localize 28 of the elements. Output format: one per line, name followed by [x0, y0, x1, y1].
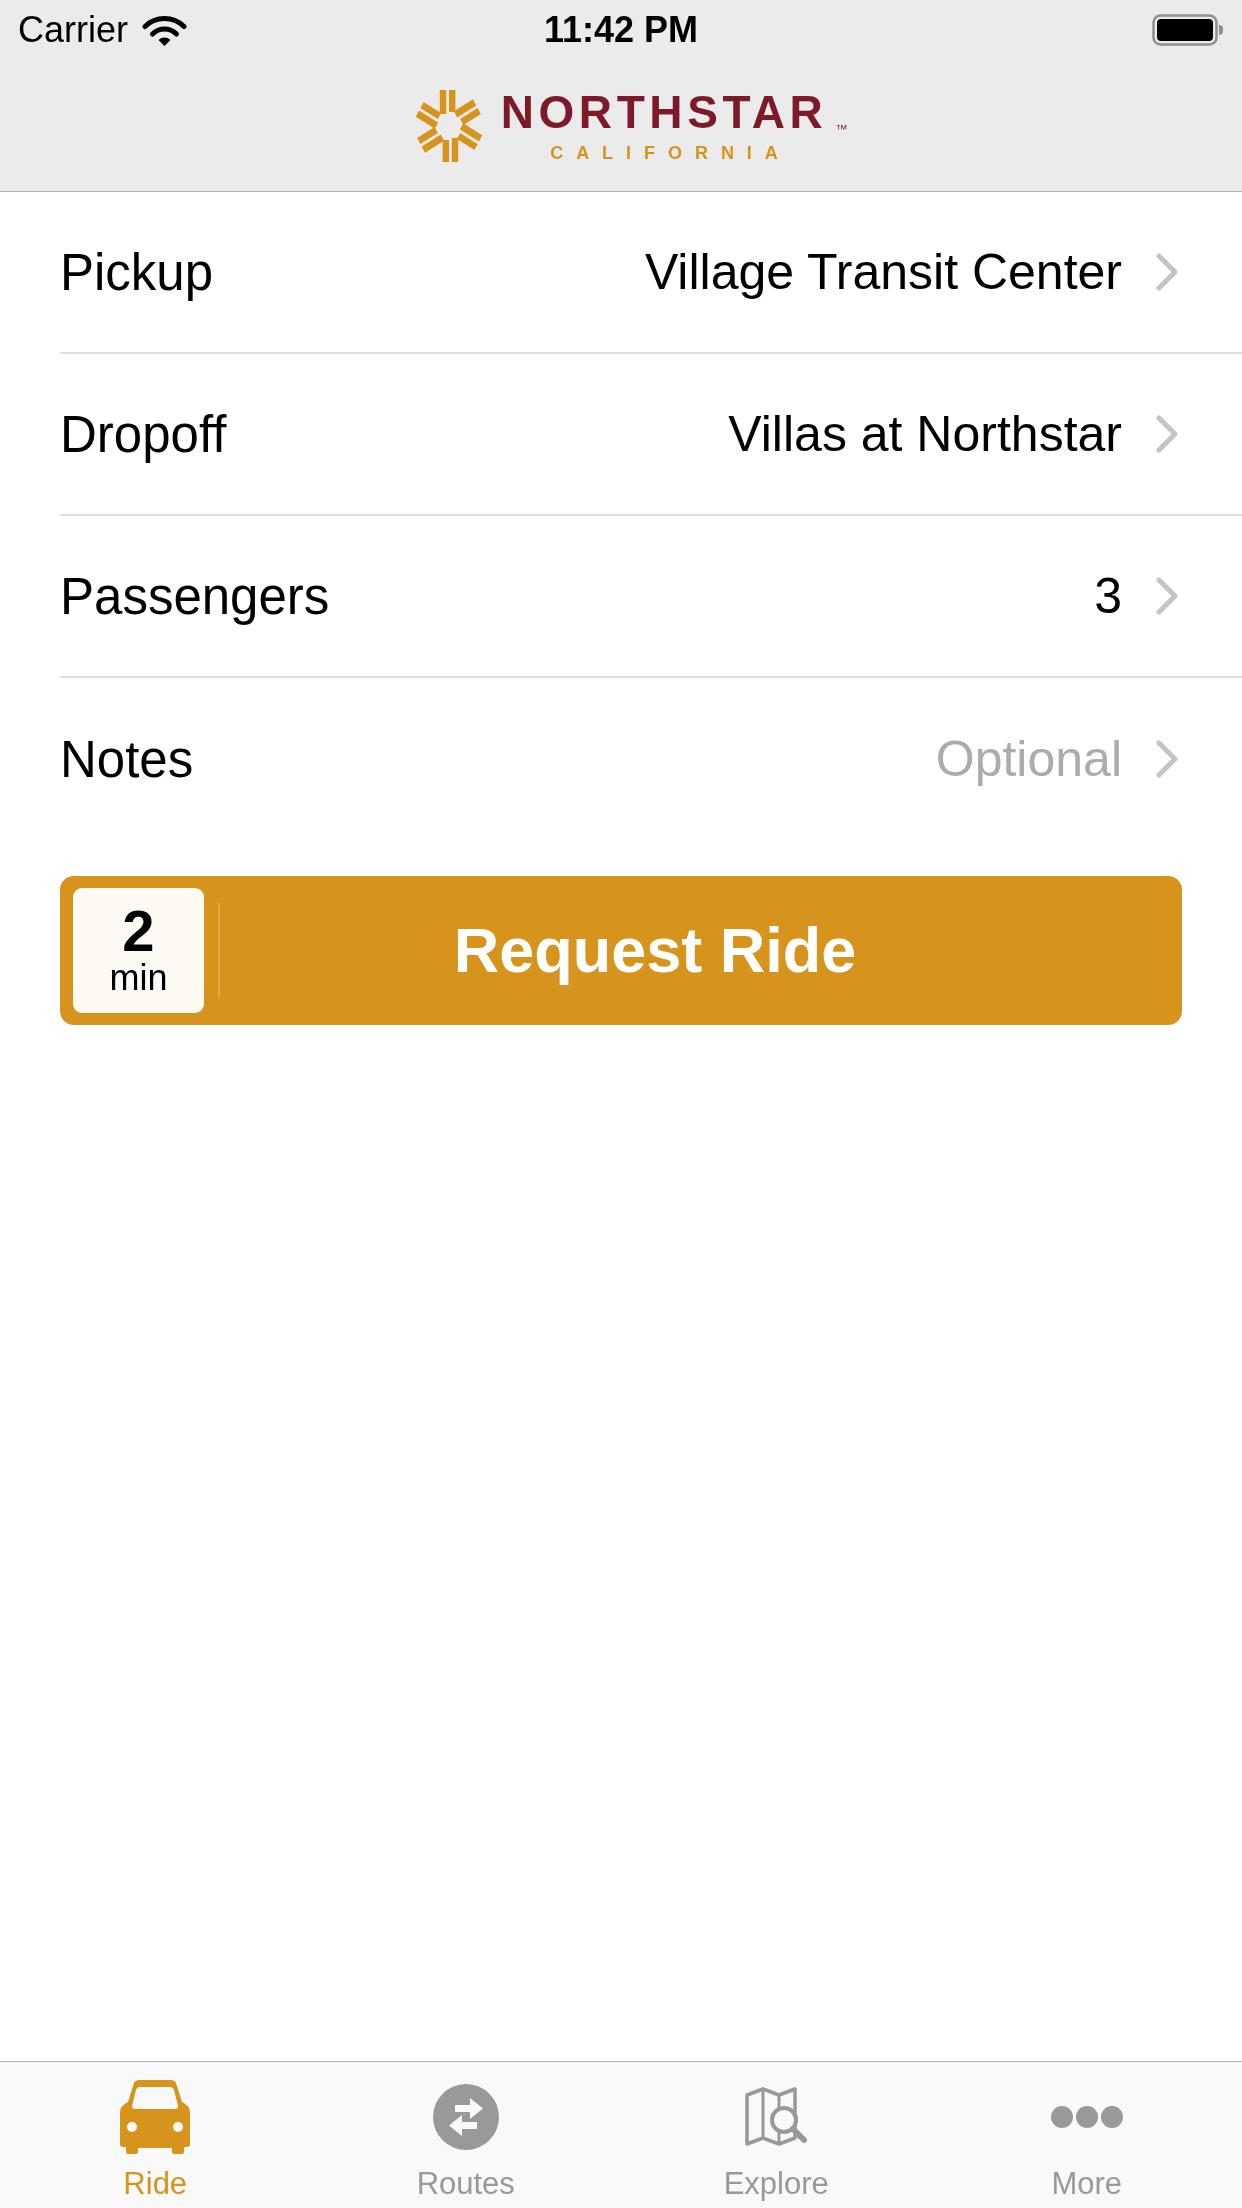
wait-time-value: 2: [122, 905, 155, 958]
logo-subtitle: CALIFORNIA: [549, 144, 791, 162]
chevron-icon: [1156, 577, 1178, 615]
field-value: Villas at Northstar: [728, 409, 1122, 459]
wait-time-unit: min: [109, 959, 168, 996]
chevron-icon: [1156, 253, 1178, 291]
form-row[interactable]: Notes Optional: [0, 678, 1242, 840]
logo-wordmark: NORTHSTAR: [500, 89, 828, 135]
chevron-icon: [1156, 415, 1178, 453]
map-search-icon: [744, 2086, 809, 2148]
status-time: 11:42 PM: [543, 12, 699, 48]
swap-arrows-icon: [432, 2084, 499, 2150]
battery-icon: [1152, 14, 1224, 46]
field-label: Notes: [60, 733, 194, 785]
car-icon: [120, 2080, 191, 2154]
chevron-icon: [1156, 740, 1178, 778]
request-ride-button[interactable]: 2 min Request Ride: [60, 876, 1182, 1025]
wifi-icon: [142, 13, 187, 47]
form-row[interactable]: Passengers 3: [0, 516, 1242, 678]
field-value: 3: [1094, 571, 1122, 621]
placeholder-text: Optional: [935, 734, 1122, 784]
star-logo-icon: [414, 88, 483, 163]
carrier-label: Carrier: [18, 12, 128, 48]
more-icon: [1050, 2106, 1123, 2128]
field-value: Village Transit Center: [644, 247, 1122, 297]
form-row[interactable]: Pickup Village Transit Center: [0, 192, 1242, 354]
trademark-sign: ™: [835, 123, 848, 135]
form-row[interactable]: Dropoff Villas at Northstar: [0, 354, 1242, 516]
